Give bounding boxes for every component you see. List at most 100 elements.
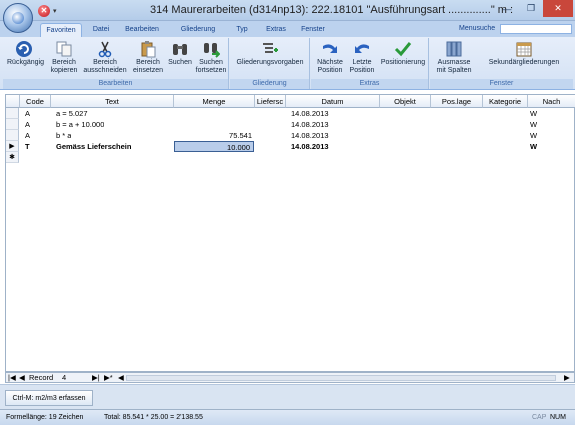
- cell-code[interactable]: A: [25, 130, 30, 141]
- calendar-grid-icon: [516, 42, 532, 57]
- horizontal-scrollbar[interactable]: [126, 375, 556, 381]
- undo-button[interactable]: Rückgängig: [7, 40, 44, 67]
- column-header-poslage[interactable]: Pos.lage: [431, 95, 483, 108]
- undo-label: Rückgängig: [7, 59, 44, 66]
- next-position-label: Nächste Position: [317, 59, 343, 74]
- tab-extras[interactable]: Extras: [263, 23, 289, 37]
- paste-range-button[interactable]: Bereich einsetzen: [131, 40, 165, 75]
- menusuche-input[interactable]: [500, 24, 572, 34]
- previous-record-button[interactable]: ◀: [19, 373, 25, 383]
- cell-code[interactable]: A: [25, 119, 30, 130]
- cell-menge[interactable]: 75.541: [174, 130, 252, 141]
- record-label: Record: [29, 373, 54, 382]
- copy-range-button[interactable]: Bereich kopieren: [47, 40, 81, 75]
- group-fenster-label: Fenster: [430, 79, 573, 89]
- quick-access-dropdown-icon[interactable]: ▾: [53, 7, 57, 15]
- record-navigator: |◀ ◀ Record 4 ▶| ▶* ◀ ▶: [5, 372, 575, 383]
- copy-icon: [56, 41, 72, 57]
- close-window-button[interactable]: ✕: [543, 0, 573, 17]
- group-gliederung: Gliederungsvorgaben Gliederung: [230, 38, 310, 89]
- group-bearbeiten: Rückgängig Bereich kopieren Bereich auss…: [3, 38, 229, 89]
- secondary-outlines-label: Sekundärgliederungen: [488, 59, 560, 66]
- next-record-button[interactable]: ▶|: [92, 373, 100, 383]
- cell-menge[interactable]: [174, 119, 252, 130]
- scroll-left-button[interactable]: ◀: [118, 373, 124, 383]
- ribbon-tab-row: Favoriten Datei Bearbeiten Gliederung Ty…: [0, 21, 575, 37]
- secondary-outlines-button[interactable]: Sekundärgliederungen: [478, 40, 570, 67]
- maximize-button[interactable]: ❐: [519, 0, 543, 17]
- record-number-field[interactable]: 4: [62, 373, 66, 383]
- scroll-right-button[interactable]: ▶: [564, 373, 570, 383]
- tab-typ[interactable]: Typ: [232, 23, 252, 37]
- status-bar: Formellänge: 19 Zeichen Total: 85.541 * …: [0, 409, 575, 425]
- new-row-selector[interactable]: ✱: [6, 152, 19, 163]
- cell-datum[interactable]: 14.08.2013: [291, 130, 329, 141]
- tab-fenster[interactable]: Fenster: [298, 23, 328, 37]
- column-header-menge[interactable]: Menge: [174, 95, 255, 108]
- first-record-button[interactable]: |◀: [8, 373, 16, 383]
- cell-text[interactable]: a = 5.027: [56, 108, 88, 119]
- column-header-objekt[interactable]: Objekt: [380, 95, 431, 108]
- current-row-indicator[interactable]: ▶: [6, 141, 19, 152]
- m2-m3-capture-button[interactable]: Ctrl-M: m2/m3 erfassen: [5, 390, 93, 406]
- next-arrow-icon: [323, 44, 337, 53]
- cut-range-button[interactable]: Bereich ausschneiden: [83, 40, 127, 75]
- column-header-nach[interactable]: Nach: [528, 95, 575, 108]
- cell-kategorie[interactable]: W: [530, 141, 537, 152]
- measurements-columns-label: Ausmasse mit Spalten: [436, 59, 472, 74]
- paste-icon: [141, 41, 156, 58]
- last-record-button[interactable]: ▶*: [104, 373, 113, 383]
- cell-kategorie[interactable]: W: [530, 130, 537, 141]
- tab-gliederung[interactable]: Gliederung: [177, 23, 219, 37]
- total-status: Total: 85.541 * 25.00 = 2'138.55: [104, 414, 203, 421]
- cell-text[interactable]: b = a + 10.000: [56, 119, 104, 130]
- minimize-button[interactable]: —: [495, 0, 519, 17]
- row-selector[interactable]: [6, 130, 19, 141]
- close-document-icon[interactable]: ✕: [38, 5, 50, 17]
- menge-edit-field[interactable]: 10.000: [174, 141, 254, 152]
- binoculars-next-icon: [204, 43, 220, 58]
- window-controls: — ❐ ✕: [495, 0, 573, 17]
- search-continue-button[interactable]: Suchen fortsetzen: [195, 40, 227, 75]
- cell-code[interactable]: T: [25, 141, 30, 152]
- group-bearbeiten-label: Bearbeiten: [3, 79, 228, 89]
- group-extras: Nächste Position Letzte Position Positio…: [311, 38, 429, 89]
- title-bar: ✕ ▾ 314 Maurerarbeiten (d314np13): 222.1…: [0, 0, 575, 21]
- last-position-label: Letzte Position: [349, 59, 375, 74]
- measurements-columns-button[interactable]: Ausmasse mit Spalten: [434, 40, 474, 75]
- row-selector[interactable]: [6, 119, 19, 130]
- caps-lock-indicator: CAP: [532, 414, 547, 421]
- cell-text[interactable]: Gemäss Lieferschein: [56, 141, 131, 152]
- cell-code[interactable]: A: [25, 108, 30, 119]
- tab-bearbeiten[interactable]: Bearbeiten: [122, 23, 162, 37]
- ribbon: Rückgängig Bereich kopieren Bereich auss…: [0, 37, 575, 90]
- search-button[interactable]: Suchen: [167, 40, 193, 67]
- tab-datei[interactable]: Datei: [87, 23, 115, 37]
- column-header-kategorie[interactable]: Kategorie: [483, 95, 528, 108]
- positioning-button[interactable]: Positionierung: [379, 40, 427, 67]
- cell-datum[interactable]: 14.08.2013: [291, 119, 329, 130]
- row-selector[interactable]: [6, 108, 19, 119]
- outline-settings-button[interactable]: Gliederungsvorgaben: [232, 40, 308, 67]
- columns-icon: [446, 41, 462, 57]
- column-header-text[interactable]: Text: [51, 95, 174, 108]
- shortcut-panel: Ctrl-M: m2/m3 erfassen: [0, 384, 575, 409]
- cell-datum[interactable]: 14.08.2013: [291, 108, 329, 119]
- outline-settings-label: Gliederungsvorgaben: [236, 59, 304, 66]
- cell-kategorie[interactable]: W: [530, 108, 537, 119]
- cell-text[interactable]: b * a: [56, 130, 71, 141]
- group-gliederung-label: Gliederung: [230, 79, 309, 89]
- cell-datum[interactable]: 14.08.2013: [291, 141, 329, 152]
- cell-menge[interactable]: [174, 108, 252, 119]
- column-header-liefersc[interactable]: Liefersc: [255, 95, 286, 108]
- tab-favoriten[interactable]: Favoriten: [40, 23, 82, 37]
- positioning-label: Positionierung: [380, 59, 426, 66]
- column-header-code[interactable]: Code: [20, 95, 51, 108]
- cell-kategorie[interactable]: W: [530, 119, 537, 130]
- app-menu-orb-icon[interactable]: [3, 3, 33, 33]
- undo-icon: [16, 41, 32, 57]
- menusuche-label: Menusuche: [459, 25, 496, 32]
- column-header-datum[interactable]: Datum: [286, 95, 380, 108]
- next-position-button[interactable]: Nächste Position: [315, 40, 345, 75]
- last-position-button[interactable]: Letzte Position: [347, 40, 377, 75]
